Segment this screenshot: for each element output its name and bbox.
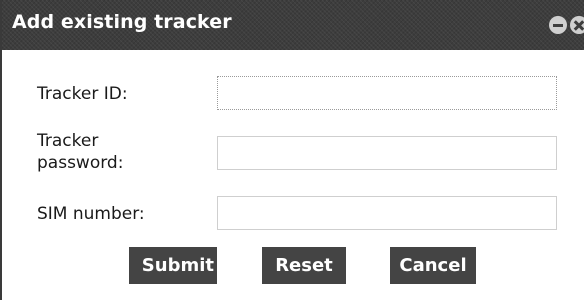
tracker-password-label-line1: Tracker (37, 131, 99, 151)
tracker-password-input[interactable] (217, 136, 557, 170)
dialog-title: Add existing tracker (12, 11, 232, 33)
close-icon[interactable] (570, 16, 584, 34)
tracker-id-input[interactable] (217, 76, 557, 110)
reset-button[interactable]: Reset (262, 247, 346, 284)
cancel-button[interactable]: Cancel (390, 247, 476, 284)
minimize-icon[interactable] (549, 16, 567, 34)
submit-button[interactable]: Submit (129, 247, 217, 284)
tracker-password-label: Tracker password: (37, 130, 123, 174)
sim-number-input[interactable] (217, 196, 557, 230)
add-tracker-dialog: Add existing tracker Tracker ID: Tracker… (0, 0, 584, 300)
tracker-id-label: Tracker ID: (37, 84, 128, 104)
tracker-password-label-line2: password: (37, 153, 124, 173)
dialog-titlebar[interactable]: Add existing tracker (2, 0, 584, 50)
sim-number-label: SIM number: (37, 204, 145, 224)
